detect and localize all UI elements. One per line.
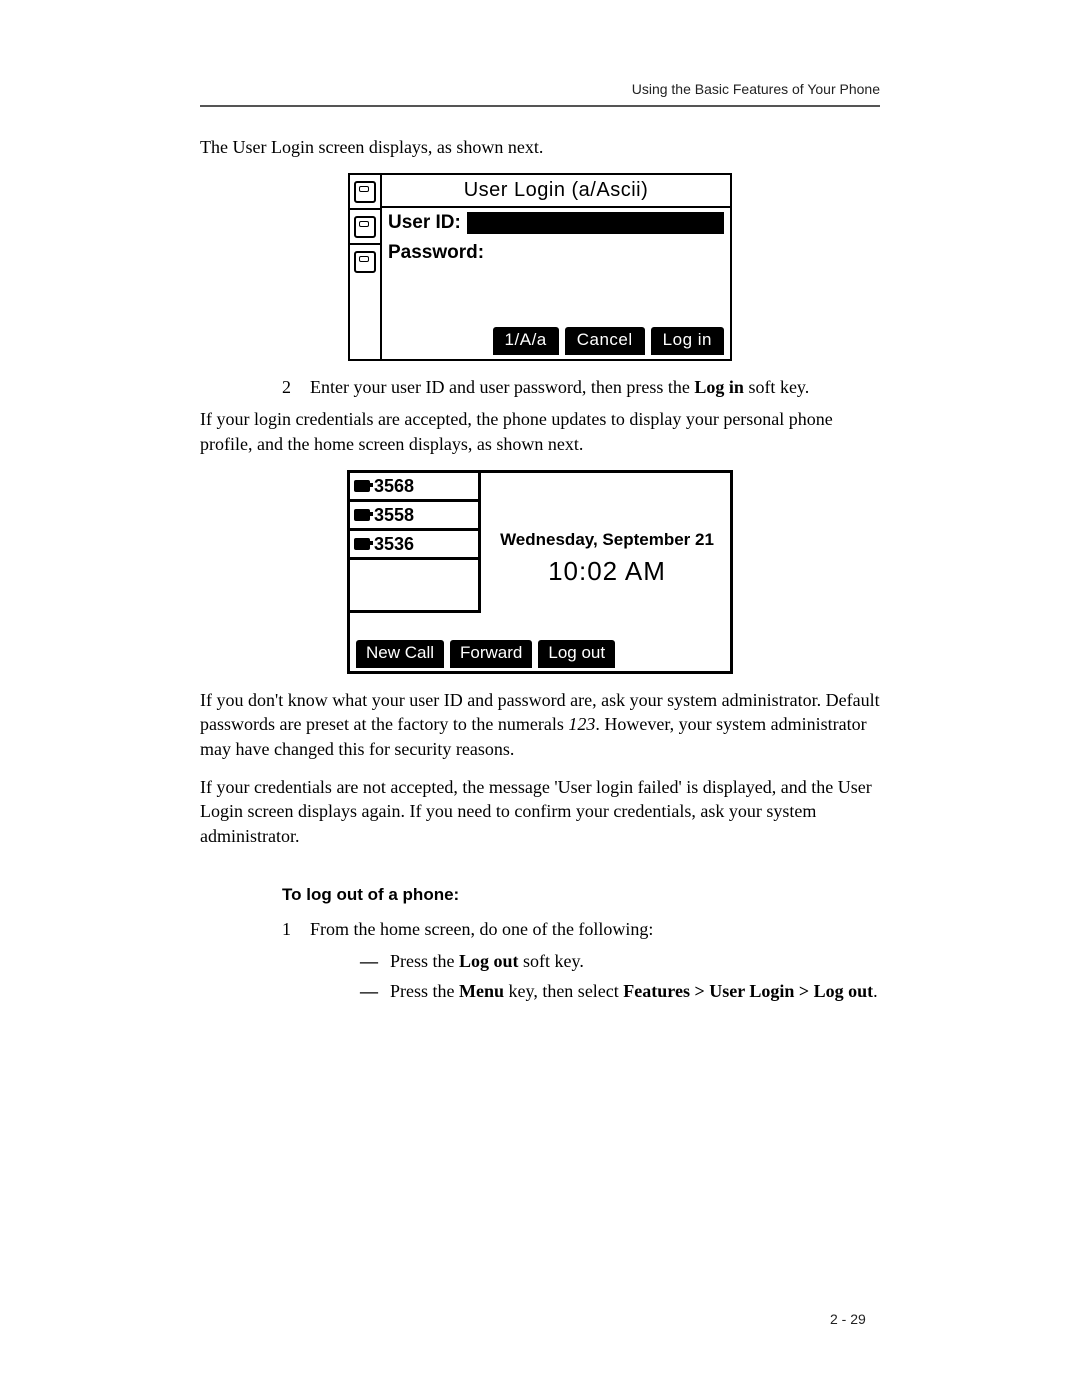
- login-screen: User Login (a/Ascii) User ID: Password: …: [348, 173, 732, 361]
- text: Enter your user ID and user password, th…: [310, 377, 694, 397]
- dash: —: [360, 979, 390, 1003]
- home-screen: 3568 3558 3536 Wednesday, September 21 1…: [347, 470, 733, 674]
- option-text: Press the Log out soft key.: [390, 949, 880, 973]
- line-spacer: [350, 560, 478, 613]
- line-3: 3536: [350, 531, 478, 560]
- bold-text: Menu: [459, 981, 504, 1001]
- line-key-3: [350, 245, 380, 278]
- phone-icon: [354, 216, 376, 238]
- option-text: Press the Menu key, then select Features…: [390, 979, 880, 1003]
- login-softkey[interactable]: Log in: [651, 327, 724, 355]
- step-2: 2 Enter your user ID and user password, …: [282, 375, 880, 399]
- cancel-softkey[interactable]: Cancel: [565, 327, 645, 355]
- line-label: 3568: [374, 474, 414, 498]
- phone-icon: [354, 509, 370, 521]
- bold-text: Log in: [694, 377, 744, 397]
- login-title: User Login (a/Ascii): [382, 175, 730, 208]
- password-label: Password:: [388, 240, 484, 266]
- text: soft key.: [744, 377, 809, 397]
- user-id-input[interactable]: [467, 212, 724, 234]
- unknown-credentials-text: If you don't know what your user ID and …: [200, 688, 880, 761]
- logout-option-2: — Press the Menu key, then select Featur…: [360, 979, 880, 1003]
- logout-option-1: — Press the Log out soft key.: [360, 949, 880, 973]
- line-key-2: [350, 210, 380, 245]
- phone-icon: [354, 251, 376, 273]
- phone-icon: [354, 480, 370, 492]
- header-rule: [200, 105, 880, 107]
- text: key, then select: [504, 981, 623, 1001]
- text: Press the: [390, 951, 459, 971]
- logout-heading: To log out of a phone:: [282, 884, 880, 907]
- line-label: 3558: [374, 503, 414, 527]
- page-number: 2 - 29: [830, 1310, 866, 1329]
- line-key-column: [350, 175, 382, 359]
- text: .: [873, 981, 878, 1001]
- line-key-1: [350, 175, 380, 210]
- figure-login-screen: User Login (a/Ascii) User ID: Password: …: [200, 173, 880, 361]
- time-text: 10:02 AM: [490, 554, 724, 589]
- forward-softkey[interactable]: Forward: [450, 640, 532, 668]
- mode-softkey[interactable]: 1/A/a: [493, 327, 559, 355]
- step-number: 1: [282, 917, 310, 941]
- user-id-label: User ID:: [388, 210, 461, 236]
- user-id-row: User ID:: [382, 208, 730, 238]
- italic-text: 123: [568, 714, 595, 734]
- line-column: 3568 3558 3536: [350, 473, 481, 613]
- date-time: Wednesday, September 21 10:02 AM: [490, 529, 724, 589]
- text: Press the: [390, 981, 459, 1001]
- phone-icon: [354, 181, 376, 203]
- figure-home-screen: 3568 3558 3536 Wednesday, September 21 1…: [200, 470, 880, 674]
- newcall-softkey[interactable]: New Call: [356, 640, 444, 668]
- intro-text: The User Login screen displays, as shown…: [200, 135, 880, 159]
- line-2: 3558: [350, 502, 478, 531]
- running-header: Using the Basic Features of Your Phone: [200, 80, 880, 99]
- dash: —: [360, 949, 390, 973]
- login-main: User Login (a/Ascii) User ID: Password: …: [382, 175, 730, 359]
- logout-softkey[interactable]: Log out: [538, 640, 615, 668]
- logout-step-1: 1 From the home screen, do one of the fo…: [282, 917, 880, 941]
- text: soft key.: [519, 951, 584, 971]
- accepted-text: If your login credentials are accepted, …: [200, 407, 880, 456]
- step-number: 2: [282, 375, 310, 399]
- password-row: Password:: [382, 238, 730, 268]
- softkey-bar: New Call Forward Log out: [350, 640, 730, 671]
- line-1: 3568: [350, 473, 478, 502]
- failed-text: If your credentials are not accepted, th…: [200, 775, 880, 848]
- bold-text: Log out: [459, 951, 519, 971]
- date-text: Wednesday, September 21: [490, 529, 724, 552]
- bold-text: Features > User Login > Log out: [623, 981, 873, 1001]
- step-text: From the home screen, do one of the foll…: [310, 917, 880, 941]
- phone-icon: [354, 538, 370, 550]
- line-label: 3536: [374, 532, 414, 556]
- step-text: Enter your user ID and user password, th…: [310, 375, 880, 399]
- softkey-bar: 1/A/a Cancel Log in: [382, 323, 730, 359]
- page-content: Using the Basic Features of Your Phone T…: [200, 80, 880, 1004]
